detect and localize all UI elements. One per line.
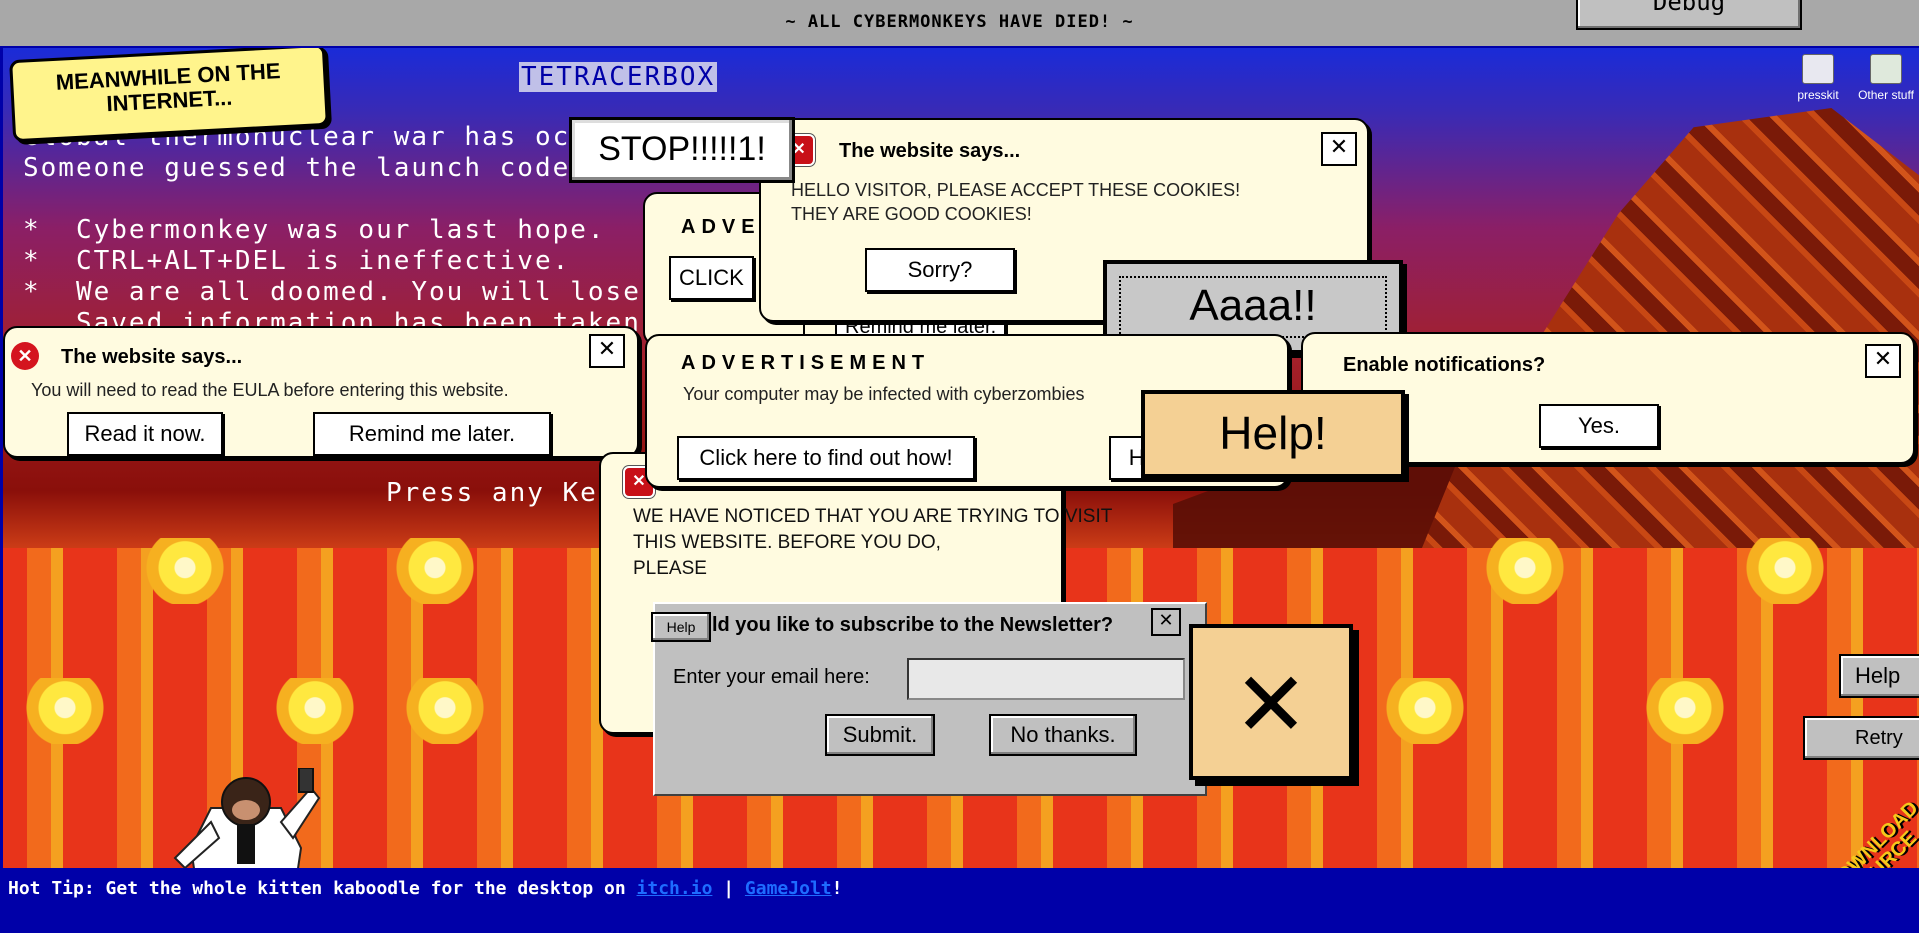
popup-title: Enable notifications? bbox=[1343, 354, 1546, 376]
monkey-sprite bbox=[173, 768, 321, 868]
popup-title: The website says... bbox=[61, 346, 243, 368]
lava-bubble bbox=[1643, 678, 1727, 744]
desktop-icon-label: presskit bbox=[1797, 88, 1839, 102]
big-close-button[interactable]: ✕ bbox=[1189, 624, 1353, 780]
gamejolt-link[interactable]: GameJolt bbox=[745, 878, 832, 899]
help-side-button[interactable]: Help bbox=[1839, 654, 1919, 698]
submit-button[interactable]: Submit. bbox=[825, 714, 935, 756]
debug-button[interactable]: Debug bbox=[1576, 0, 1802, 30]
newsletter-dialog: Would you like to subscribe to the Newsl… bbox=[653, 602, 1207, 796]
hot-tip: Hot Tip: Get the whole kitten kaboodle f… bbox=[8, 878, 842, 899]
lava-bubble bbox=[143, 538, 227, 604]
desktop-icon-label: Other stuff bbox=[1858, 88, 1914, 102]
meanwhile-note: MEANWHILE ON THE INTERNET... bbox=[9, 48, 329, 143]
meanwhile-note-text: MEANWHILE ON THE INTERNET... bbox=[55, 58, 282, 117]
hot-tip-text: Hot Tip: Get the whole kitten kaboodle f… bbox=[8, 878, 637, 899]
close-icon: ✕ bbox=[1237, 633, 1305, 761]
recycle-bin-icon bbox=[1870, 54, 1902, 84]
newsletter-title: Would you like to subscribe to the Newsl… bbox=[669, 614, 1114, 636]
lava-bubble bbox=[23, 678, 107, 744]
remind-me-later-button[interactable]: Remind me later. bbox=[313, 412, 551, 456]
popup-message: WE HAVE NOTICED THAT YOU ARE TRYING TO V… bbox=[633, 506, 1113, 579]
click-button[interactable]: CLICK bbox=[669, 256, 754, 300]
folder-icon bbox=[1802, 54, 1834, 84]
itchio-link[interactable]: itch.io bbox=[637, 878, 713, 899]
hot-tip-suffix: ! bbox=[831, 878, 843, 899]
popup-title: The website says... bbox=[839, 140, 1021, 162]
link-separator: | bbox=[712, 878, 745, 899]
lava-bubble bbox=[1383, 678, 1467, 744]
lava-bubble bbox=[393, 538, 477, 604]
no-thanks-button[interactable]: No thanks. bbox=[989, 714, 1137, 756]
advertisement-title: ADVERTISEMENT bbox=[681, 352, 931, 374]
other-stuff-desktop-icon[interactable]: Other stuff bbox=[1851, 54, 1919, 102]
bsod-line: * Cybermonkey was our last hope. bbox=[23, 215, 606, 245]
stop-banner: STOP!!!!!1! bbox=[569, 117, 795, 183]
close-icon[interactable]: ✕ bbox=[1151, 608, 1181, 636]
bottom-tip-bar: Hot Tip: Get the whole kitten kaboodle f… bbox=[0, 868, 1919, 933]
lava-bubble bbox=[1743, 538, 1827, 604]
bsod-line: * We are all doomed. You will lose bbox=[23, 277, 641, 307]
bsod-line: * CTRL+ALT+DEL is ineffective. bbox=[23, 246, 571, 276]
lava-bubble bbox=[1483, 538, 1567, 604]
email-label: Enter your email here: bbox=[673, 666, 870, 688]
top-title-bar: ~ ALL CYBERMONKEYS HAVE DIED! ~ Debug bbox=[0, 0, 1919, 48]
yes-button[interactable]: Yes. bbox=[1539, 404, 1659, 448]
highlighted-word: TETRACERBOX bbox=[519, 62, 718, 92]
popup-message: HELLO VISITOR, PLEASE ACCEPT THESE COOKI… bbox=[791, 180, 1241, 224]
error-icon: ✕ bbox=[11, 342, 39, 370]
help-small-button[interactable]: Help bbox=[651, 612, 711, 642]
presskit-desktop-icon[interactable]: presskit bbox=[1783, 54, 1853, 102]
lava-bubble bbox=[403, 678, 487, 744]
close-icon[interactable]: ✕ bbox=[589, 334, 625, 368]
aaaa-button-label: Aaaa!! bbox=[1119, 276, 1387, 338]
email-field[interactable] bbox=[907, 658, 1185, 700]
sorry-button[interactable]: Sorry? bbox=[865, 248, 1015, 292]
lava-bubble bbox=[273, 678, 357, 744]
popup-message: You will need to read the EULA before en… bbox=[31, 380, 509, 400]
find-out-how-button[interactable]: Click here to find out how! bbox=[677, 436, 975, 480]
read-it-now-button[interactable]: Read it now. bbox=[67, 412, 223, 456]
eula-popup: ✕ The website says... ✕ You will need to… bbox=[3, 326, 639, 458]
help-big-button[interactable]: Help! bbox=[1141, 390, 1405, 478]
game-stage: TETRACERBOX Global thermonuclear war has… bbox=[3, 48, 1919, 868]
retry-button[interactable]: Retry bbox=[1803, 716, 1919, 760]
close-icon[interactable]: ✕ bbox=[1321, 132, 1357, 166]
popup-message: Your computer may be infected with cyber… bbox=[683, 384, 1085, 404]
press-any-key: Press any Key bbox=[386, 478, 616, 508]
close-icon[interactable]: ✕ bbox=[1865, 344, 1901, 378]
